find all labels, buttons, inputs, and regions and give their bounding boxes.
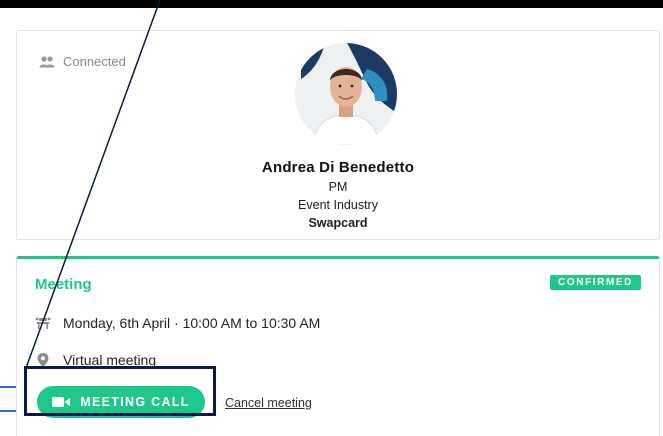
status-badge: CONFIRMED <box>550 275 641 290</box>
people-icon <box>39 55 55 67</box>
person-company: Swapcard <box>308 216 368 230</box>
map-pin-icon <box>37 353 49 367</box>
meeting-date-row: Monday, 6th April · 10:00 AM to 10:30 AM <box>35 315 320 331</box>
profile-card: Connected Andrea Di Benedetto PM Event I… <box>16 30 660 240</box>
avatar[interactable] <box>295 43 397 145</box>
person-industry: Event Industry <box>298 198 378 212</box>
person-name: Andrea Di Benedetto <box>261 159 415 176</box>
meeting-date-time: Monday, 6th April · 10:00 AM to 10:30 AM <box>63 315 321 331</box>
meeting-call-button[interactable]: MEETING CALL <box>37 386 205 418</box>
avatar-image <box>295 43 397 145</box>
edge-marker <box>0 410 16 412</box>
video-camera-icon <box>52 397 71 407</box>
meeting-card: Meeting CONFIRMED Monday, 6th April · 10… <box>16 256 660 436</box>
connection-status-label: Connected <box>63 54 126 69</box>
edge-marker <box>0 386 16 388</box>
table-icon <box>35 317 51 329</box>
meeting-call-label: MEETING CALL <box>80 395 190 409</box>
meeting-location-row: Virtual meeting <box>35 352 156 368</box>
person-role: PM <box>328 180 348 194</box>
meeting-title: Meeting <box>35 276 92 293</box>
meeting-location: Virtual meeting <box>63 352 157 368</box>
meeting-panel: Connected Andrea Di Benedetto PM Event I… <box>0 8 663 436</box>
connection-status: Connected <box>39 54 126 69</box>
cancel-meeting-link[interactable]: Cancel meeting <box>225 396 312 410</box>
